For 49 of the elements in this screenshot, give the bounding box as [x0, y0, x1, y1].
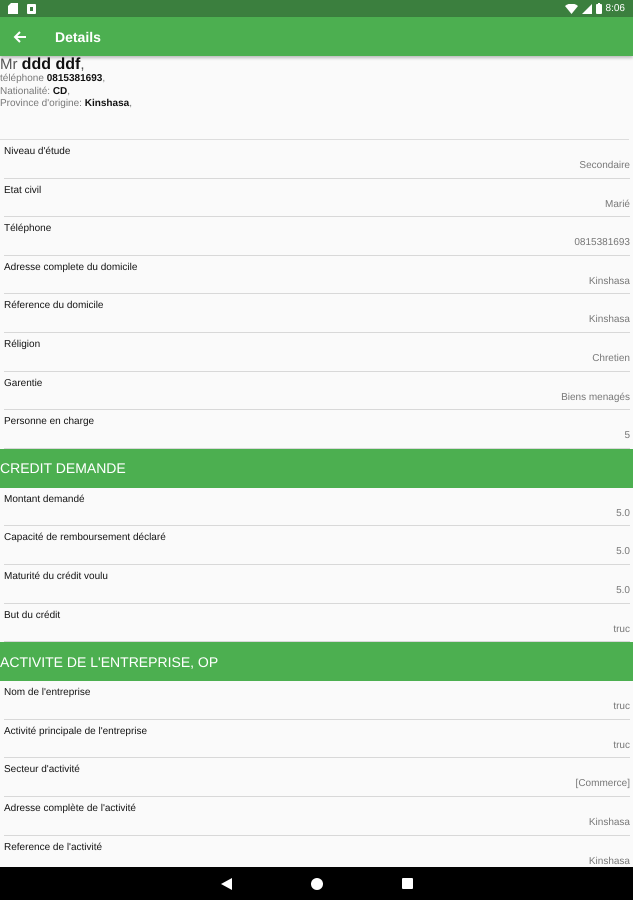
- field-value: Marié: [604, 198, 630, 210]
- field-value: 5: [624, 430, 630, 442]
- client-name: Mr ddd ddf,: [0, 56, 86, 73]
- field-value: Biens menagés: [561, 392, 630, 403]
- field-value: truc: [613, 740, 630, 751]
- field-value: Kinshasa: [588, 276, 630, 287]
- status-time: 8:06: [606, 3, 625, 14]
- battery-icon: [596, 3, 602, 14]
- screen-title: Details: [55, 28, 101, 44]
- recents-icon[interactable]: [402, 878, 412, 889]
- field-label: Garentie: [4, 378, 42, 389]
- field-label: Reference de l'activité: [4, 842, 102, 852]
- field-value: Secondaire: [579, 160, 630, 171]
- field-value: truc: [613, 624, 630, 635]
- field-label: Adresse complete du domicile: [4, 262, 138, 273]
- field-value: 0815381693: [574, 237, 630, 248]
- field-label: Personne en charge: [4, 416, 94, 428]
- section-header: ACTIVITE DE L'ENTREPRISE, OP: [0, 642, 633, 682]
- field-label: Nom de l'entreprise: [4, 687, 90, 698]
- field-value: Kinshasa: [588, 816, 630, 828]
- field-label: But du crédit: [4, 610, 60, 621]
- field-value: 5.0: [616, 508, 630, 519]
- field-label: Réligion: [4, 338, 40, 350]
- home-icon[interactable]: [310, 878, 322, 890]
- field-label: Capacité de remboursement déclaré: [4, 532, 166, 544]
- field-value: 5.0: [616, 584, 630, 596]
- field-label: Secteur d'activité: [4, 764, 80, 776]
- field-label: Etat civil: [4, 184, 42, 196]
- field-label: Niveau d'étude: [4, 146, 70, 157]
- field-value: Kinshasa: [588, 856, 630, 866]
- field-label: Montant demandé: [4, 494, 85, 505]
- field-value: [Commerce]: [576, 778, 630, 790]
- back-arrow-icon: [13, 30, 27, 44]
- client-info: Nationalité: CD,: [0, 86, 72, 98]
- section-header: CREDIT DEMANDE: [0, 448, 633, 488]
- client-info: Province d'origine: Kinshasa,: [0, 98, 133, 110]
- field-label: Réference du domicile: [4, 300, 104, 312]
- signal-icon: [582, 4, 592, 14]
- field-label: Activité principale de l'entreprise: [4, 726, 148, 737]
- field-label: Adresse complète de l'activité: [4, 802, 136, 814]
- field-label: Téléphone: [4, 223, 52, 234]
- wifi-icon: [564, 4, 578, 14]
- field-label: Maturité du crédit voulu: [4, 570, 108, 582]
- field-value: Kinshasa: [588, 314, 630, 326]
- field-value: 5.0: [616, 546, 630, 558]
- field-value: truc: [613, 701, 630, 712]
- client-info: téléphone 0815381693,: [0, 73, 106, 86]
- back-icon[interactable]: [220, 878, 232, 890]
- field-value: Chretien: [592, 352, 630, 364]
